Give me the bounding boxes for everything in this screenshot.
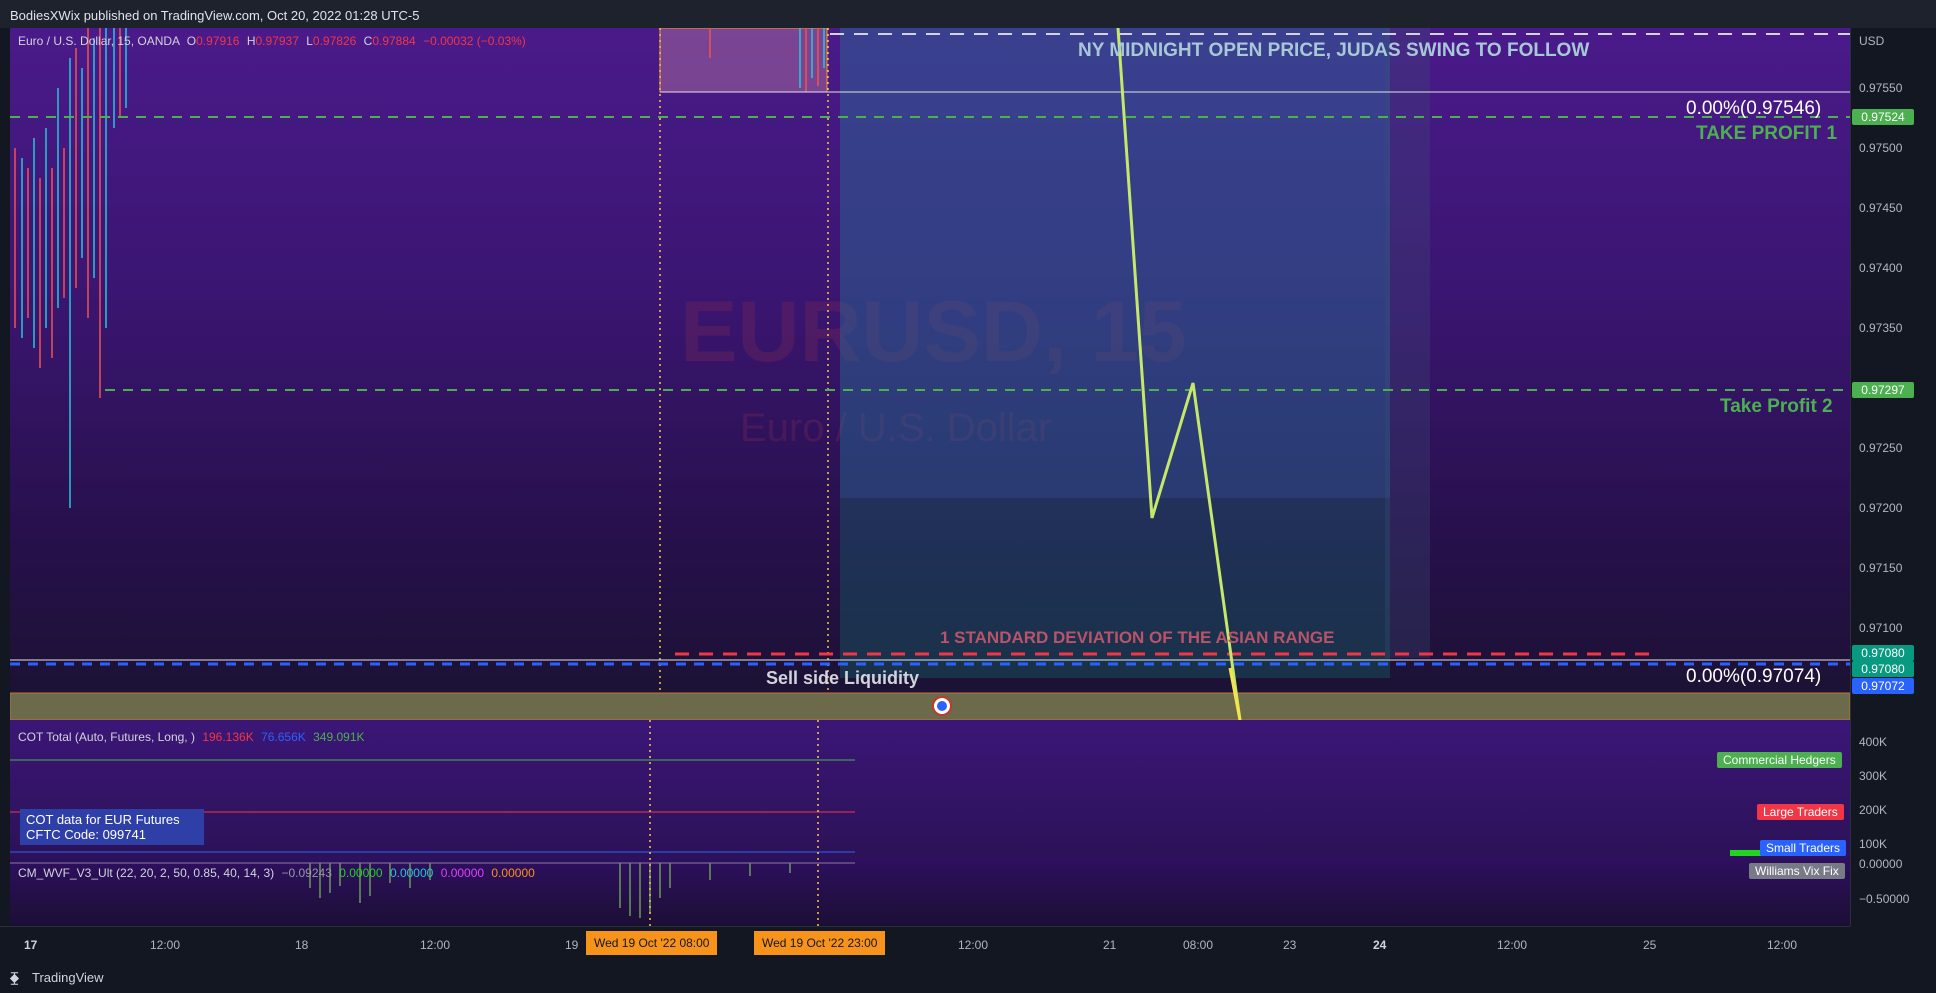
crosshair-date-tag-2: Wed 19 Oct '22 23:00 bbox=[754, 931, 886, 955]
time-tick: 12:00 bbox=[150, 938, 181, 952]
symbol-legend: Euro / U.S. Dollar, 15, OANDA O0.97916 H… bbox=[18, 34, 526, 48]
large-traders-label: Large Traders bbox=[1757, 804, 1844, 820]
price-tick: 0.97350 bbox=[1859, 321, 1903, 335]
publish-info: BodiesXWix published on TradingView.com,… bbox=[10, 8, 420, 23]
cot-value-3: 349.091K bbox=[313, 730, 365, 744]
wvf-axis-tick: 0.00000 bbox=[1859, 857, 1903, 871]
price-tick: 0.97450 bbox=[1859, 201, 1903, 215]
take-profit-1-label[interactable]: TAKE PROFIT 1 bbox=[1696, 123, 1837, 145]
time-tick: 25 bbox=[1643, 938, 1657, 952]
open-value: 0.97916 bbox=[196, 34, 240, 48]
price-tick: 0.97550 bbox=[1859, 81, 1903, 95]
time-tick: 23 bbox=[1283, 938, 1297, 952]
time-tick: 18 bbox=[295, 938, 309, 952]
price-tick: 0.97100 bbox=[1859, 621, 1903, 635]
cot-indicator-pane[interactable]: COT Total (Auto, Futures, Long, ) 196.13… bbox=[10, 720, 1850, 858]
price-tick: 0.97400 bbox=[1859, 261, 1903, 275]
cot-legend: COT Total (Auto, Futures, Long, ) 196.13… bbox=[18, 730, 365, 744]
time-axis[interactable]: 17 12:00 18 12:00 19 12:00 21 08:00 23 2… bbox=[0, 926, 1850, 963]
wvf-value-1: −0.09243 bbox=[281, 866, 332, 880]
time-tick: 08:00 bbox=[1183, 938, 1214, 952]
crosshair-date-tag-1: Wed 19 Oct '22 08:00 bbox=[586, 931, 718, 955]
time-tick: 12:00 bbox=[420, 938, 451, 952]
take-profit-2-label[interactable]: Take Profit 2 bbox=[1720, 396, 1833, 418]
cot-title[interactable]: COT Total (Auto, Futures, Long, ) bbox=[18, 730, 195, 744]
williams-vix-fix-label: Williams Vix Fix bbox=[1749, 863, 1845, 879]
candlestick-cluster bbox=[14, 28, 825, 508]
ny-midnight-label[interactable]: NY MIDNIGHT OPEN PRICE, JUDAS SWING TO F… bbox=[1078, 40, 1589, 62]
price-tag-3: 0.97072 bbox=[1852, 678, 1914, 694]
asian-range-box bbox=[659, 28, 828, 93]
commercial-hedgers-label: Commercial Hedgers bbox=[1717, 752, 1842, 768]
high-label: H bbox=[246, 34, 256, 48]
footer: ⧱ TradingView bbox=[0, 962, 1936, 993]
cot-value-2: 76.656K bbox=[261, 730, 306, 744]
time-tick: 19 bbox=[565, 938, 579, 952]
std-dev-label[interactable]: 1 STANDARD DEVIATION OF THE ASIAN RANGE bbox=[940, 628, 1334, 648]
symbol-name[interactable]: Euro / U.S. Dollar, 15, OANDA bbox=[18, 34, 179, 48]
cot-axis-tick: 300K bbox=[1859, 769, 1888, 783]
currency-label: USD bbox=[1859, 34, 1885, 48]
tradingview-brand[interactable]: TradingView bbox=[32, 970, 104, 985]
time-tick: 12:00 bbox=[1767, 938, 1798, 952]
wvf-title[interactable]: CM_WVF_V3_Ult (22, 20, 2, 50, 0.85, 40, … bbox=[18, 866, 274, 880]
small-traders-label: Small Traders bbox=[1760, 840, 1847, 856]
publish-header: BodiesXWix published on TradingView.com,… bbox=[0, 0, 1936, 28]
change-value: −0.00032 (−0.03%) bbox=[423, 34, 526, 48]
cot-axis-tick: 400K bbox=[1859, 735, 1888, 749]
wvf-axis-tick: −0.50000 bbox=[1859, 892, 1910, 906]
cot-info-line-1: COT data for EUR Futures bbox=[26, 812, 180, 827]
liquidity-band bbox=[10, 692, 1850, 720]
price-tag-1: 0.97080 bbox=[1852, 645, 1914, 661]
time-tick: 12:00 bbox=[1497, 938, 1528, 952]
tradingview-logo-icon: ⧱ bbox=[10, 970, 19, 985]
wvf-value-3: 0.00000 bbox=[389, 866, 434, 880]
time-tick: 21 bbox=[1103, 938, 1117, 952]
price-tick: 0.97200 bbox=[1859, 501, 1903, 515]
open-label: O bbox=[186, 34, 197, 48]
cot-value-1: 196.136K bbox=[202, 730, 254, 744]
low-label: L bbox=[306, 34, 313, 48]
wvf-legend: CM_WVF_V3_Ult (22, 20, 2, 50, 0.85, 40, … bbox=[18, 866, 535, 880]
position-target-zone bbox=[840, 28, 1390, 498]
price-drawings bbox=[10, 28, 1850, 720]
time-tick: 12:00 bbox=[958, 938, 989, 952]
tp1-price-tag: 0.97524 bbox=[1852, 109, 1914, 125]
close-value: 0.97884 bbox=[372, 34, 416, 48]
tp2-price-tag: 0.97297 bbox=[1852, 382, 1914, 398]
time-tick: 17 bbox=[24, 938, 38, 952]
time-tick: 24 bbox=[1373, 938, 1387, 952]
cot-axis-tick: 100K bbox=[1859, 837, 1888, 851]
sell-side-liquidity-label[interactable]: Sell side Liquidity bbox=[766, 668, 919, 689]
fib-top-label[interactable]: 0.00%(0.97546) bbox=[1686, 98, 1821, 120]
wvf-value-4: 0.00000 bbox=[440, 866, 485, 880]
cot-info-box: COT data for EUR Futures CFTC Code: 0997… bbox=[20, 809, 204, 845]
cot-info-line-2: CFTC Code: 099741 bbox=[26, 827, 146, 842]
high-value: 0.97937 bbox=[255, 34, 299, 48]
price-axis[interactable]: USD 0.97550 0.97500 0.97450 0.97400 0.97… bbox=[1850, 28, 1936, 926]
fib-bottom-label[interactable]: 0.00%(0.97074) bbox=[1686, 666, 1821, 688]
main-chart-pane[interactable]: EURUSD, 15 Euro / U.S. Dollar bbox=[10, 28, 1850, 720]
cot-axis-tick: 200K bbox=[1859, 803, 1888, 817]
position-edge-zone bbox=[1385, 28, 1430, 658]
price-tick: 0.97250 bbox=[1859, 441, 1903, 455]
price-tick: 0.97150 bbox=[1859, 561, 1903, 575]
low-value: 0.97826 bbox=[312, 34, 357, 48]
position-lower-zone bbox=[840, 498, 1390, 678]
williams-vix-fix-pane[interactable]: CM_WVF_V3_Ult (22, 20, 2, 50, 0.85, 40, … bbox=[10, 858, 1850, 926]
wvf-value-5: 0.00000 bbox=[491, 866, 535, 880]
price-tag-2: 0.97080 bbox=[1852, 661, 1914, 677]
price-tick: 0.97500 bbox=[1859, 141, 1903, 155]
wvf-value-2: 0.00000 bbox=[339, 866, 383, 880]
